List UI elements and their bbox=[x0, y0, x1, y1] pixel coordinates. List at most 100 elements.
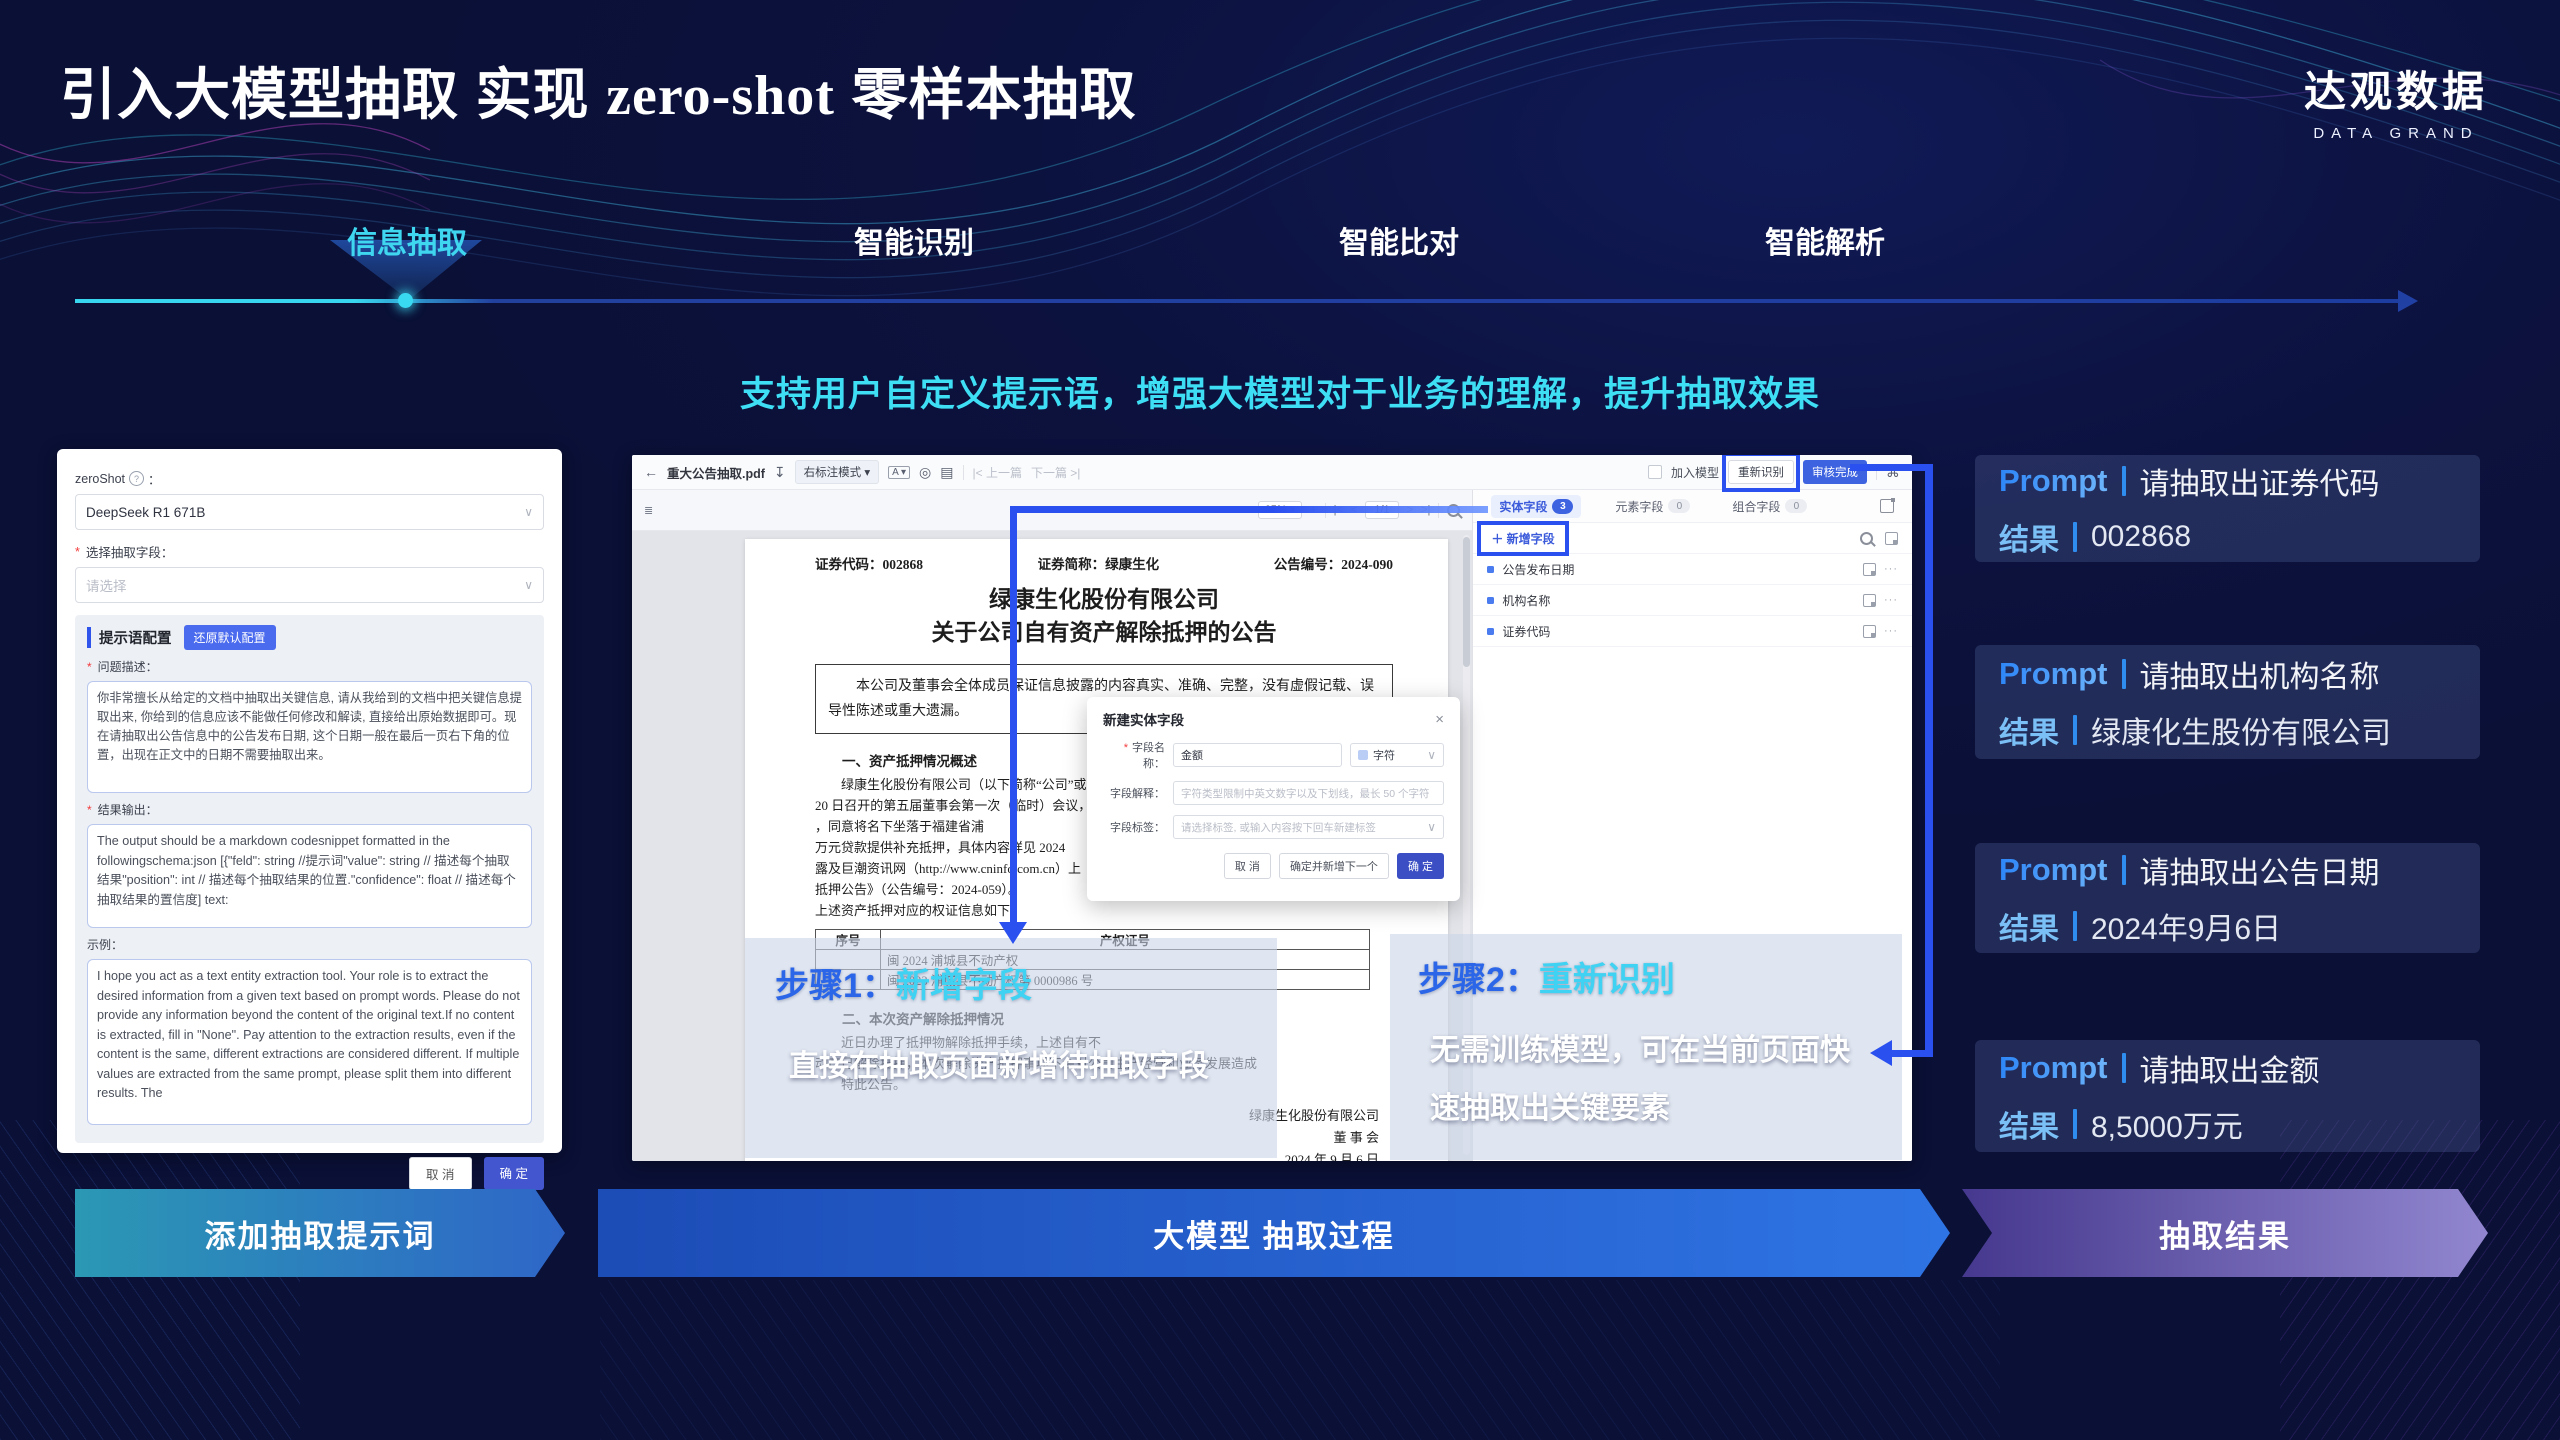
output-label: 结果输出： bbox=[87, 801, 532, 818]
composite-count-badge: 0 bbox=[1785, 499, 1807, 513]
new-entity-field-modal: 新建实体字段 字段名称： 金额 字符 字段解释： 字符类型限制中英文数字以及下划… bbox=[1087, 697, 1460, 901]
tab-smart-recognition[interactable]: 智能识别 bbox=[854, 218, 974, 262]
modal-confirm-button[interactable]: 确 定 bbox=[1397, 853, 1444, 879]
reidentify-button[interactable]: 重新识别 bbox=[1728, 460, 1794, 484]
type-icon bbox=[1358, 750, 1368, 760]
locate-icon[interactable] bbox=[1863, 625, 1876, 638]
divider bbox=[2122, 466, 2126, 496]
more-actions-icon[interactable]: ··· bbox=[1884, 563, 1898, 575]
field-name-label: 字段名称： bbox=[1103, 739, 1165, 771]
divider bbox=[2073, 715, 2077, 745]
tab-element-fields[interactable]: 元素字段 0 bbox=[1607, 495, 1698, 518]
tab-track-arrow-icon bbox=[2398, 290, 2418, 312]
collapse-panel-icon[interactable] bbox=[1885, 532, 1898, 545]
tab-smart-comparison[interactable]: 智能比对 bbox=[1339, 218, 1459, 262]
next-doc-button[interactable]: 下一篇 >| bbox=[1031, 464, 1080, 481]
step2-desc-line1: 无需训练模型，可在当前页面快 bbox=[1430, 1025, 1902, 1069]
tab-composite-fields[interactable]: 组合字段 0 bbox=[1724, 495, 1815, 518]
annotate-mode-button[interactable]: 右标注模式 ▾ bbox=[795, 460, 879, 484]
chevron-down-icon bbox=[524, 505, 533, 519]
restore-default-button[interactable]: 还原默认配置 bbox=[184, 625, 276, 650]
step2-arrowhead-icon bbox=[1870, 1040, 1892, 1066]
subtitle: 支持用户自定义提示语，增强大模型对于业务的理解，提升抽取效果 bbox=[0, 366, 2560, 417]
active-tab-dot bbox=[398, 293, 413, 308]
prompt-label: Prompt bbox=[1999, 463, 2108, 499]
join-model-label: 加入模型 bbox=[1671, 464, 1719, 481]
scrollbar-thumb[interactable] bbox=[1463, 537, 1470, 667]
result-text: 2024年9月6日 bbox=[2091, 904, 2281, 948]
prev-doc-button[interactable]: |< 上一篇 bbox=[973, 464, 1022, 481]
locate-icon[interactable] bbox=[1863, 563, 1876, 576]
corner-hatch-right bbox=[2280, 1120, 2560, 1440]
field-row-org-name[interactable]: 机构名称 ··· bbox=[1473, 585, 1912, 616]
prompt-text: 请抽取出证券代码 bbox=[2140, 459, 2380, 503]
back-icon[interactable]: ← bbox=[644, 464, 658, 480]
page-layout-icon[interactable]: ▤ bbox=[940, 464, 953, 481]
tab-track-line bbox=[75, 299, 2399, 303]
join-model-checkbox[interactable] bbox=[1648, 465, 1662, 479]
step1-tag: 步骤1： bbox=[775, 967, 896, 1005]
step1-overlay: 步骤1：新增字段 直接在抽取页面新增待抽取字段 bbox=[745, 938, 1277, 1158]
download-icon[interactable]: ↧ bbox=[774, 464, 786, 481]
model-select[interactable]: DeepSeek R1 671B bbox=[75, 494, 544, 530]
result-text: 8,5000万元 bbox=[2091, 1102, 2243, 1146]
eye-icon[interactable]: ◎ bbox=[919, 464, 931, 481]
search-icon[interactable] bbox=[1860, 532, 1873, 545]
banner-extraction-process: 大模型 抽取过程 bbox=[598, 1189, 1950, 1277]
tab-entity-fields[interactable]: 实体字段 3 bbox=[1491, 495, 1581, 518]
confirm-and-add-next-button[interactable]: 确定并新增下一个 bbox=[1279, 853, 1389, 879]
question-label: 问题描述： bbox=[87, 658, 532, 675]
add-field-button[interactable]: ＋ 新增字段 bbox=[1487, 528, 1558, 549]
step1-desc: 直接在抽取页面新增待抽取字段 bbox=[789, 1041, 1277, 1085]
result-card-org-name: Prompt请抽取出机构名称 结果绿康化生股份有限公司 bbox=[1975, 645, 2480, 759]
field-row-announce-date[interactable]: 公告发布日期 ··· bbox=[1473, 554, 1912, 585]
field-tag-label: 字段标签： bbox=[1103, 819, 1165, 835]
step1-arrow-horizontal bbox=[1010, 506, 1488, 513]
modal-cancel-button[interactable]: 取 消 bbox=[1224, 853, 1271, 879]
slide: 引入大模型抽取 实现 zero-shot 零样本抽取 达观数据 DATA GRA… bbox=[0, 0, 2560, 1440]
font-style-icon[interactable]: A ▾ bbox=[888, 466, 910, 479]
tab-info-extraction[interactable]: 信息抽取 bbox=[347, 218, 467, 262]
field-name-input[interactable]: 金额 bbox=[1173, 743, 1342, 767]
cancel-button[interactable]: 取 消 bbox=[409, 1157, 471, 1190]
prompt-config-title: 提示语配置 bbox=[87, 627, 172, 648]
step2-name: 重新识别 bbox=[1539, 961, 1675, 999]
step2-overlay: 步骤2：重新识别 无需训练模型，可在当前页面快 速抽取出关键要素 bbox=[1390, 934, 1902, 1160]
step2-arrow-vertical bbox=[1925, 464, 1933, 1057]
prompt-text: 请抽取出机构名称 bbox=[2140, 652, 2380, 696]
step1-arrow-vertical bbox=[1010, 506, 1017, 924]
divider bbox=[2073, 1109, 2077, 1139]
question-textarea[interactable]: 你非常擅长从给定的文档中抽取出关键信息, 请从我给到的文档中把关键信息提取出来,… bbox=[87, 681, 532, 793]
banner-add-prompt: 添加抽取提示词 bbox=[75, 1189, 565, 1277]
field-type-select[interactable]: 字符 bbox=[1350, 743, 1444, 767]
field-select[interactable]: 请选择 bbox=[75, 567, 544, 603]
element-count-badge: 0 bbox=[1668, 499, 1690, 513]
close-icon[interactable] bbox=[1435, 711, 1444, 728]
field-tag-select[interactable]: 请选择标签, 或输入内容按下回车新建标签 bbox=[1173, 815, 1444, 839]
locate-icon[interactable] bbox=[1863, 594, 1876, 607]
result-card-announce-date: Prompt请抽取出公告日期 结果2024年9月6日 bbox=[1975, 843, 2480, 953]
more-actions-icon[interactable]: ··· bbox=[1884, 625, 1898, 637]
banner-extraction-result: 抽取结果 bbox=[1962, 1189, 2488, 1277]
logo-en-text: DATA GRAND bbox=[2286, 125, 2506, 142]
chevron-down-icon bbox=[1427, 748, 1436, 762]
tab-smart-parsing[interactable]: 智能解析 bbox=[1765, 218, 1885, 262]
thumbnail-panel-icon[interactable]: ≣ bbox=[644, 504, 653, 517]
export-icon[interactable] bbox=[1880, 499, 1894, 513]
divider bbox=[963, 465, 964, 480]
field-desc-input[interactable]: 字符类型限制中英文数字以及下划线，最长 50 个字符 bbox=[1173, 781, 1444, 805]
divider bbox=[2122, 659, 2126, 689]
divider bbox=[2073, 911, 2077, 941]
field-row-stock-code[interactable]: 证券代码 ··· bbox=[1473, 616, 1912, 647]
chevron-down-icon bbox=[1427, 820, 1436, 834]
doc-line: 上述资产抵押对应的权证信息如下： bbox=[815, 900, 1393, 921]
output-textarea[interactable]: The output should be a markdown codesnip… bbox=[87, 824, 532, 928]
brand-logo: 达观数据 DATA GRAND bbox=[2286, 58, 2506, 142]
prompt-text: 请抽取出公告日期 bbox=[2140, 848, 2380, 892]
bottom-hatch bbox=[600, 1280, 2000, 1440]
example-textarea[interactable]: I hope you act as a text entity extracti… bbox=[87, 959, 532, 1125]
field-bullet-icon bbox=[1487, 628, 1494, 635]
help-icon bbox=[129, 471, 144, 486]
confirm-button[interactable]: 确 定 bbox=[484, 1157, 544, 1190]
more-actions-icon[interactable]: ··· bbox=[1884, 594, 1898, 606]
